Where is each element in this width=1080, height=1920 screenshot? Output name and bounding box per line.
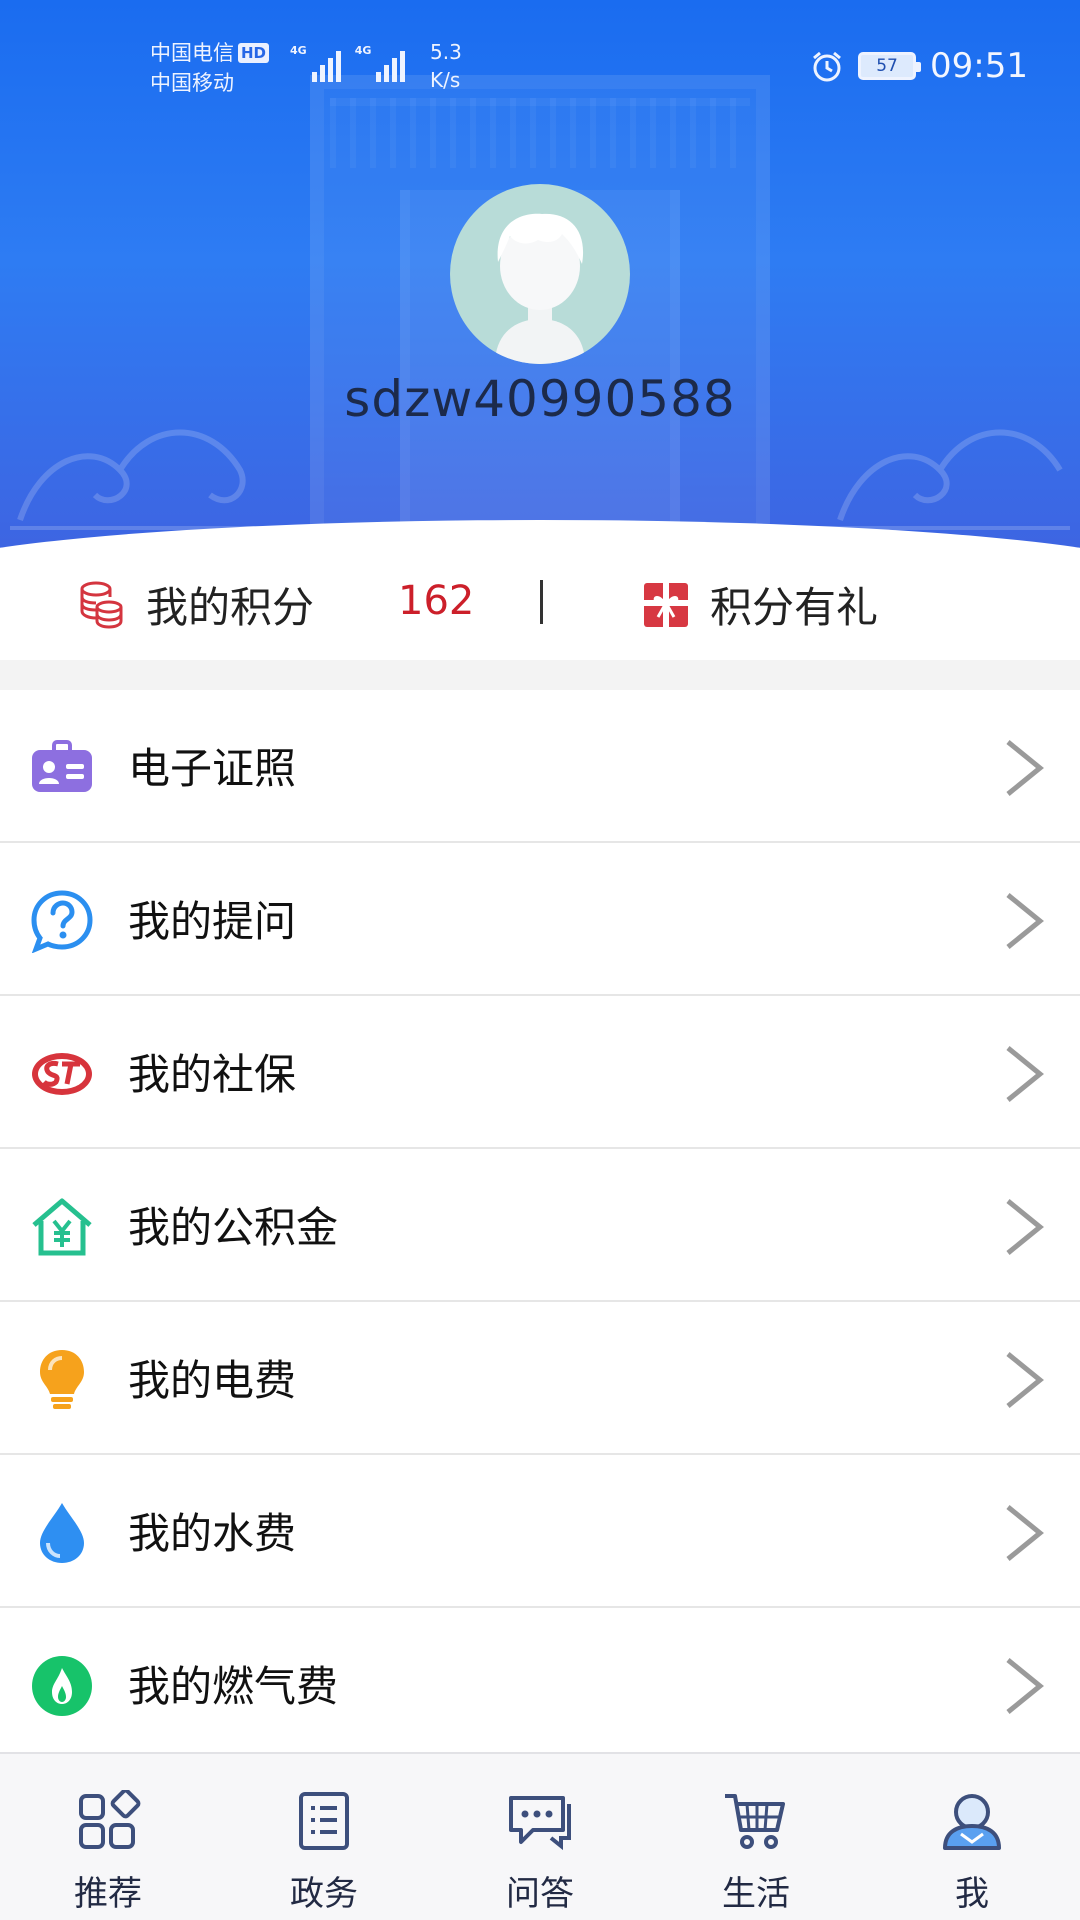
tab-me[interactable]: 我 <box>864 1754 1080 1920</box>
chevron-right-icon <box>1006 1199 1044 1255</box>
tab-qa[interactable]: 问答 <box>432 1754 648 1920</box>
menu-item-label: 我的社保 <box>128 1050 297 1099</box>
menu-item-my-questions[interactable]: 我的提问 <box>0 843 1080 996</box>
grid-icon <box>79 1790 141 1849</box>
menu-item-label: 我的电费 <box>128 1356 297 1405</box>
chevron-right-icon <box>1006 1505 1044 1561</box>
signal-strength-icon: 4G <box>290 44 341 82</box>
chevron-right-icon <box>1006 1658 1044 1714</box>
status-bar: 中国电信 HD 中国移动 4G 4G 5.3 K/s 57 09:51 <box>0 0 1080 130</box>
clock: 09:51 <box>930 46 1028 86</box>
avatar-silhouette-icon <box>495 213 585 364</box>
carrier-info: 中国电信 HD 中国移动 <box>150 38 270 98</box>
points-gift-label: 积分有礼 <box>710 583 879 632</box>
my-points-button[interactable]: 我的积分 <box>78 574 314 635</box>
question-bubble-icon <box>31 890 93 953</box>
network-speed: 5.3 K/s <box>430 38 462 94</box>
shopping-cart-icon <box>725 1794 785 1849</box>
chevron-right-icon <box>1006 1352 1044 1408</box>
menu-list: 电子证照 我的提问 我的社保 我的公积金 我的电费 我的水费 我的燃气费 <box>0 690 1080 1781</box>
chevron-right-icon <box>1006 1046 1044 1102</box>
battery-icon: 57 <box>858 52 922 80</box>
chevron-right-icon <box>1006 740 1044 796</box>
menu-item-electricity-bill[interactable]: 我的电费 <box>0 1302 1080 1455</box>
tab-recommend[interactable]: 推荐 <box>0 1754 216 1920</box>
profile-header: 中国电信 HD 中国移动 4G 4G 5.3 K/s 57 09:51 <box>0 0 1080 580</box>
water-drop-icon <box>40 1503 84 1563</box>
document-list-icon <box>299 1792 349 1850</box>
menu-item-label: 我的水费 <box>128 1509 297 1558</box>
tab-label: 生活 <box>722 1874 790 1914</box>
menu-item-water-bill[interactable]: 我的水费 <box>0 1455 1080 1608</box>
user-icon <box>943 1794 1001 1850</box>
username: sdzw40990588 <box>344 370 736 428</box>
id-card-icon <box>32 740 92 792</box>
menu-item-label: 我的公积金 <box>128 1203 339 1252</box>
menu-item-label: 电子证照 <box>128 744 297 793</box>
status-right: 57 09:51 <box>810 46 1028 86</box>
menu-item-label: 我的提问 <box>128 897 297 946</box>
tab-label: 问答 <box>506 1874 574 1914</box>
lightbulb-icon <box>40 1350 84 1409</box>
speed-value: 5.3 <box>430 40 462 64</box>
tab-label: 政务 <box>290 1874 358 1914</box>
speed-unit: K/s <box>430 68 461 92</box>
bottom-tab-bar: 推荐 政务 问答 生活 我 <box>0 1752 1080 1920</box>
signal-strength-icon: 4G <box>355 44 406 82</box>
network-type-1: 4G <box>290 44 307 57</box>
points-row: 我的积分 162 积分有礼 <box>0 560 1080 660</box>
housing-fund-icon <box>32 1198 92 1256</box>
my-points-label: 我的积分 <box>146 583 315 632</box>
menu-item-social-security[interactable]: 我的社保 <box>0 996 1080 1149</box>
menu-item-housing-fund[interactable]: 我的公积金 <box>0 1149 1080 1302</box>
points-value: 162 <box>398 578 475 624</box>
menu-item-label: 我的燃气费 <box>128 1662 339 1711</box>
gift-icon <box>644 582 688 627</box>
gas-flame-icon <box>32 1656 92 1716</box>
tab-government[interactable]: 政务 <box>216 1754 432 1920</box>
network-type-2: 4G <box>354 44 372 57</box>
divider <box>540 580 543 624</box>
signal-indicators: 4G 4G <box>290 44 406 82</box>
chevron-right-icon <box>1006 893 1044 949</box>
menu-item-gas-bill[interactable]: 我的燃气费 <box>0 1608 1080 1761</box>
points-gift-button[interactable]: 积分有礼 <box>644 574 878 635</box>
hd-badge: HD <box>238 43 270 63</box>
coins-stack-icon <box>80 581 123 629</box>
carrier-2: 中国移动 <box>150 71 234 95</box>
tab-label: 我 <box>955 1874 989 1914</box>
tab-label: 推荐 <box>74 1874 142 1914</box>
tab-life[interactable]: 生活 <box>648 1754 864 1920</box>
menu-item-e-license[interactable]: 电子证照 <box>0 690 1080 843</box>
chat-icon <box>509 1796 571 1851</box>
social-security-icon <box>32 1053 92 1095</box>
battery-level: 57 <box>876 56 898 76</box>
alarm-icon <box>813 51 841 82</box>
carrier-1: 中国电信 <box>150 41 234 65</box>
avatar[interactable] <box>450 184 630 364</box>
